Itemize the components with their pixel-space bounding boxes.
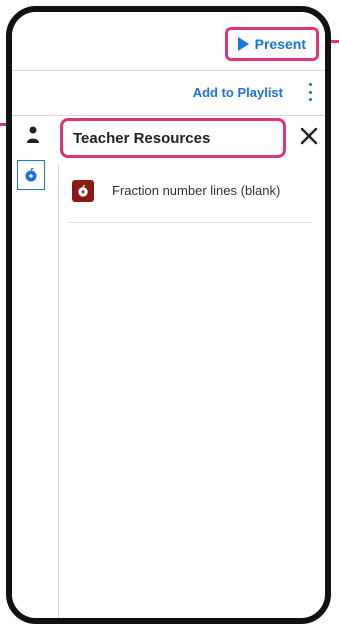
action-bar: Add to Playlist: [12, 71, 325, 116]
teacher-resources-tab[interactable]: [17, 160, 45, 190]
resource-list-item[interactable]: Fraction number lines (blank): [68, 170, 312, 223]
present-label: Present: [254, 36, 306, 52]
close-icon[interactable]: [299, 126, 319, 146]
add-to-playlist-link[interactable]: Add to Playlist: [193, 85, 283, 100]
side-rail: [12, 116, 59, 618]
device-frame: Present Add to Playlist Teacher Resource…: [6, 6, 331, 624]
apple-icon: [72, 180, 94, 202]
panel-header: Teacher Resources: [58, 116, 325, 164]
present-button[interactable]: Present: [224, 27, 319, 61]
more-options-icon[interactable]: [307, 83, 313, 101]
play-icon: [237, 37, 249, 51]
top-bar: Present: [12, 12, 325, 71]
panel-title: Teacher Resources: [60, 118, 286, 158]
person-icon[interactable]: [26, 126, 40, 144]
apple-icon: [25, 168, 37, 182]
resource-item-label: Fraction number lines (blank): [112, 183, 281, 198]
